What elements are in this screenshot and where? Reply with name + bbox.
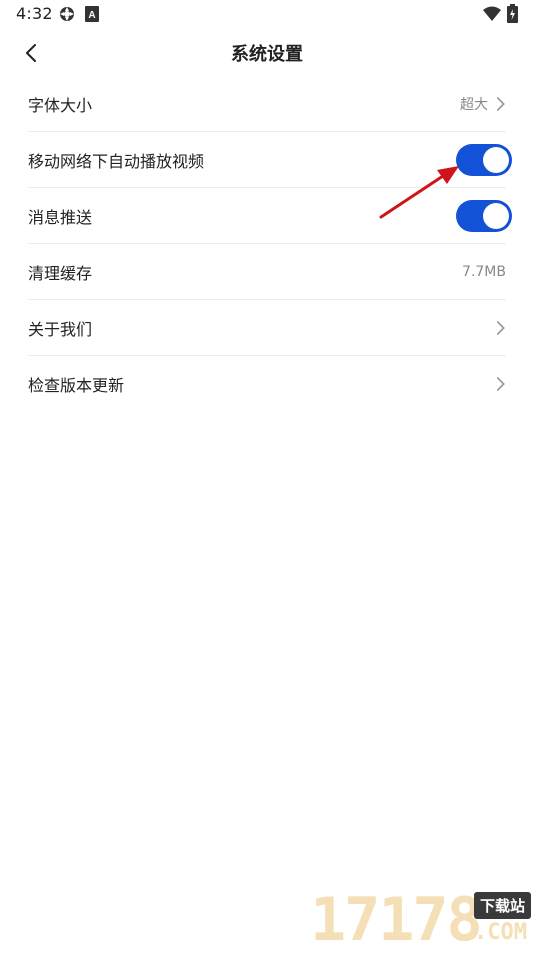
- watermark-badge: 下载站: [474, 892, 532, 919]
- autoplay-label: 移动网络下自动播放视频: [28, 151, 205, 171]
- cache-size-value: 7.7MB: [462, 263, 506, 280]
- watermark-logo: 17178 下载站 .COM: [310, 890, 534, 950]
- toggle-knob: [483, 146, 509, 173]
- settings-row-font-size[interactable]: 字体大小 超大: [28, 76, 506, 132]
- status-bar: 4:32 A: [0, 0, 534, 28]
- about-label: 关于我们: [28, 319, 93, 339]
- nav-bar: 系统设置: [0, 28, 534, 78]
- chevron-right-icon: [496, 377, 505, 391]
- font-size-value: 超大: [460, 96, 488, 113]
- watermark-suffix: .COM: [474, 920, 527, 945]
- settings-gear-icon: [60, 7, 74, 21]
- battery-charging-icon: [507, 4, 518, 23]
- page-title: 系统设置: [231, 44, 303, 65]
- sim-a-icon: A: [85, 6, 99, 22]
- settings-row-about[interactable]: 关于我们: [28, 300, 506, 356]
- clear-cache-label: 清理缓存: [28, 263, 93, 283]
- annotation-arrow-icon: [379, 166, 459, 219]
- watermark-digits: 17178: [310, 885, 483, 955]
- settings-row-clear-cache[interactable]: 清理缓存 7.7MB: [28, 244, 506, 300]
- wifi-icon: [483, 6, 501, 21]
- check-update-label: 检查版本更新: [28, 376, 125, 395]
- settings-list: 字体大小 超大 移动网络下自动播放视频 消息推送 清理缓存 7.7MB 关于我们: [28, 76, 512, 412]
- status-time: 4:32: [16, 4, 53, 23]
- chevron-right-icon: [496, 96, 505, 111]
- toggle-knob: [483, 202, 509, 229]
- settings-row-check-update[interactable]: 检查版本更新: [28, 356, 506, 412]
- chevron-right-icon: [496, 320, 505, 335]
- font-size-label: 字体大小: [28, 95, 93, 115]
- push-notify-label: 消息推送: [28, 207, 93, 227]
- svg-text:A: A: [88, 10, 95, 21]
